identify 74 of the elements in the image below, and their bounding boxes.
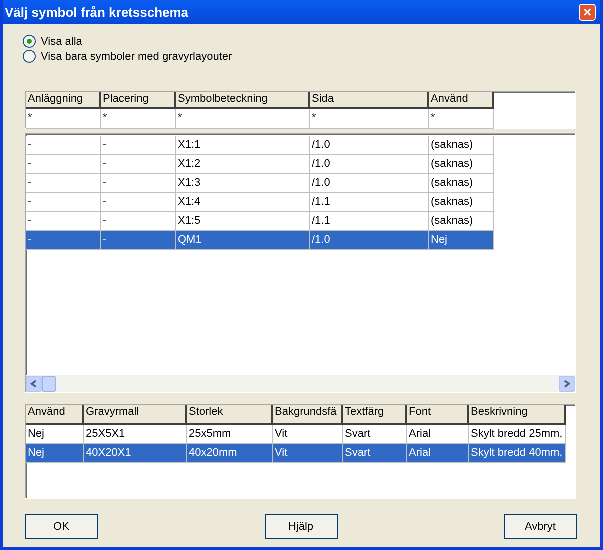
column-header[interactable]: Använd bbox=[429, 92, 494, 109]
window-title: Välj symbol från kretsschema bbox=[5, 4, 189, 20]
table-cell[interactable]: - bbox=[26, 212, 101, 231]
table-cell[interactable]: /1.1 bbox=[310, 212, 429, 231]
scroll-right-icon[interactable] bbox=[559, 376, 575, 392]
table-cell[interactable]: 40X20X1 bbox=[84, 444, 187, 463]
table-cell[interactable]: /1.0 bbox=[310, 155, 429, 174]
table-cell[interactable]: - bbox=[26, 155, 101, 174]
table-cell[interactable]: Arial bbox=[407, 425, 469, 444]
column-header[interactable]: Placering bbox=[101, 92, 176, 109]
horizontal-scrollbar[interactable] bbox=[26, 375, 575, 392]
close-button[interactable]: × bbox=[579, 4, 596, 20]
table-cell[interactable]: - bbox=[26, 174, 101, 193]
table-cell[interactable]: - bbox=[101, 231, 176, 250]
table-cell[interactable]: Nej bbox=[26, 425, 84, 444]
table-cell[interactable]: /1.1 bbox=[310, 193, 429, 212]
dialog-button[interactable]: Avbryt bbox=[504, 514, 577, 539]
column-header[interactable]: Gravyrmall bbox=[84, 405, 187, 425]
column-header[interactable]: Symbolbeteckning bbox=[176, 92, 310, 109]
table-cell[interactable]: Arial bbox=[407, 444, 469, 463]
table-cell[interactable]: Svart bbox=[343, 425, 407, 444]
table-cell[interactable]: /1.0 bbox=[310, 231, 429, 250]
column-header[interactable]: Font bbox=[407, 405, 469, 425]
table-cell[interactable]: X1:3 bbox=[176, 174, 310, 193]
filter-cell[interactable]: * bbox=[176, 109, 310, 129]
radio-label[interactable]: Visa bara symboler med gravyrlayouter bbox=[41, 50, 232, 62]
scroll-thumb[interactable] bbox=[42, 376, 56, 392]
table-cell[interactable]: X1:5 bbox=[176, 212, 310, 231]
column-header[interactable]: Storlek bbox=[187, 405, 273, 425]
radio-button[interactable] bbox=[23, 35, 36, 48]
column-header[interactable]: Textfärg bbox=[343, 405, 407, 425]
table-cell[interactable]: (saknas) bbox=[429, 193, 494, 212]
table-cell[interactable]: /1.0 bbox=[310, 174, 429, 193]
table-cell[interactable]: - bbox=[26, 193, 101, 212]
table-cell[interactable]: Vit bbox=[273, 425, 343, 444]
dialog-button[interactable]: OK bbox=[25, 514, 98, 539]
table-cell[interactable]: Skylt bredd 25mm, bbox=[469, 425, 566, 444]
table-cell[interactable]: - bbox=[101, 174, 176, 193]
filter-cell[interactable]: * bbox=[101, 109, 176, 129]
table-cell[interactable]: Skylt bredd 40mm, bbox=[469, 444, 566, 463]
table-cell[interactable]: - bbox=[101, 155, 176, 174]
column-header[interactable]: Sida bbox=[310, 92, 429, 109]
table-cell[interactable]: (saknas) bbox=[429, 155, 494, 174]
dialog-button[interactable]: Hjälp bbox=[264, 514, 338, 539]
table-cell[interactable]: - bbox=[101, 212, 176, 231]
table-cell[interactable]: (saknas) bbox=[429, 136, 494, 155]
table-cell[interactable]: 25x5mm bbox=[187, 425, 273, 444]
table-cell[interactable]: 25X5X1 bbox=[84, 425, 187, 444]
column-header[interactable]: Använd bbox=[26, 405, 84, 425]
filter-cell[interactable]: * bbox=[26, 109, 101, 129]
table-cell[interactable]: Nej bbox=[26, 444, 84, 463]
table-cell[interactable]: /1.0 bbox=[310, 136, 429, 155]
table-cell[interactable]: X1:1 bbox=[176, 136, 310, 155]
table-cell[interactable]: X1:4 bbox=[176, 193, 310, 212]
table-cell[interactable]: Svart bbox=[343, 444, 407, 463]
table-cell[interactable]: Vit bbox=[273, 444, 343, 463]
scroll-left-icon[interactable] bbox=[26, 376, 42, 392]
table-cell[interactable]: - bbox=[26, 231, 101, 250]
table-cell[interactable]: X1:2 bbox=[176, 155, 310, 174]
radio-label[interactable]: Visa alla bbox=[41, 36, 82, 48]
table-cell[interactable]: 40x20mm bbox=[187, 444, 273, 463]
column-header[interactable]: Anläggning bbox=[26, 92, 101, 109]
radio-button[interactable] bbox=[23, 50, 36, 63]
filter-cell[interactable]: * bbox=[429, 109, 494, 129]
table-cell[interactable]: - bbox=[101, 193, 176, 212]
table-cell[interactable]: (saknas) bbox=[429, 212, 494, 231]
table-cell[interactable]: - bbox=[101, 136, 176, 155]
column-header[interactable]: Bakgrundsfä bbox=[273, 405, 343, 425]
column-header[interactable]: Beskrivning bbox=[469, 405, 566, 425]
table-cell[interactable]: Nej bbox=[429, 231, 494, 250]
table-cell[interactable]: QM1 bbox=[176, 231, 310, 250]
filter-cell[interactable]: * bbox=[310, 109, 429, 129]
table-cell[interactable]: (saknas) bbox=[429, 174, 494, 193]
table-cell[interactable]: - bbox=[26, 136, 101, 155]
